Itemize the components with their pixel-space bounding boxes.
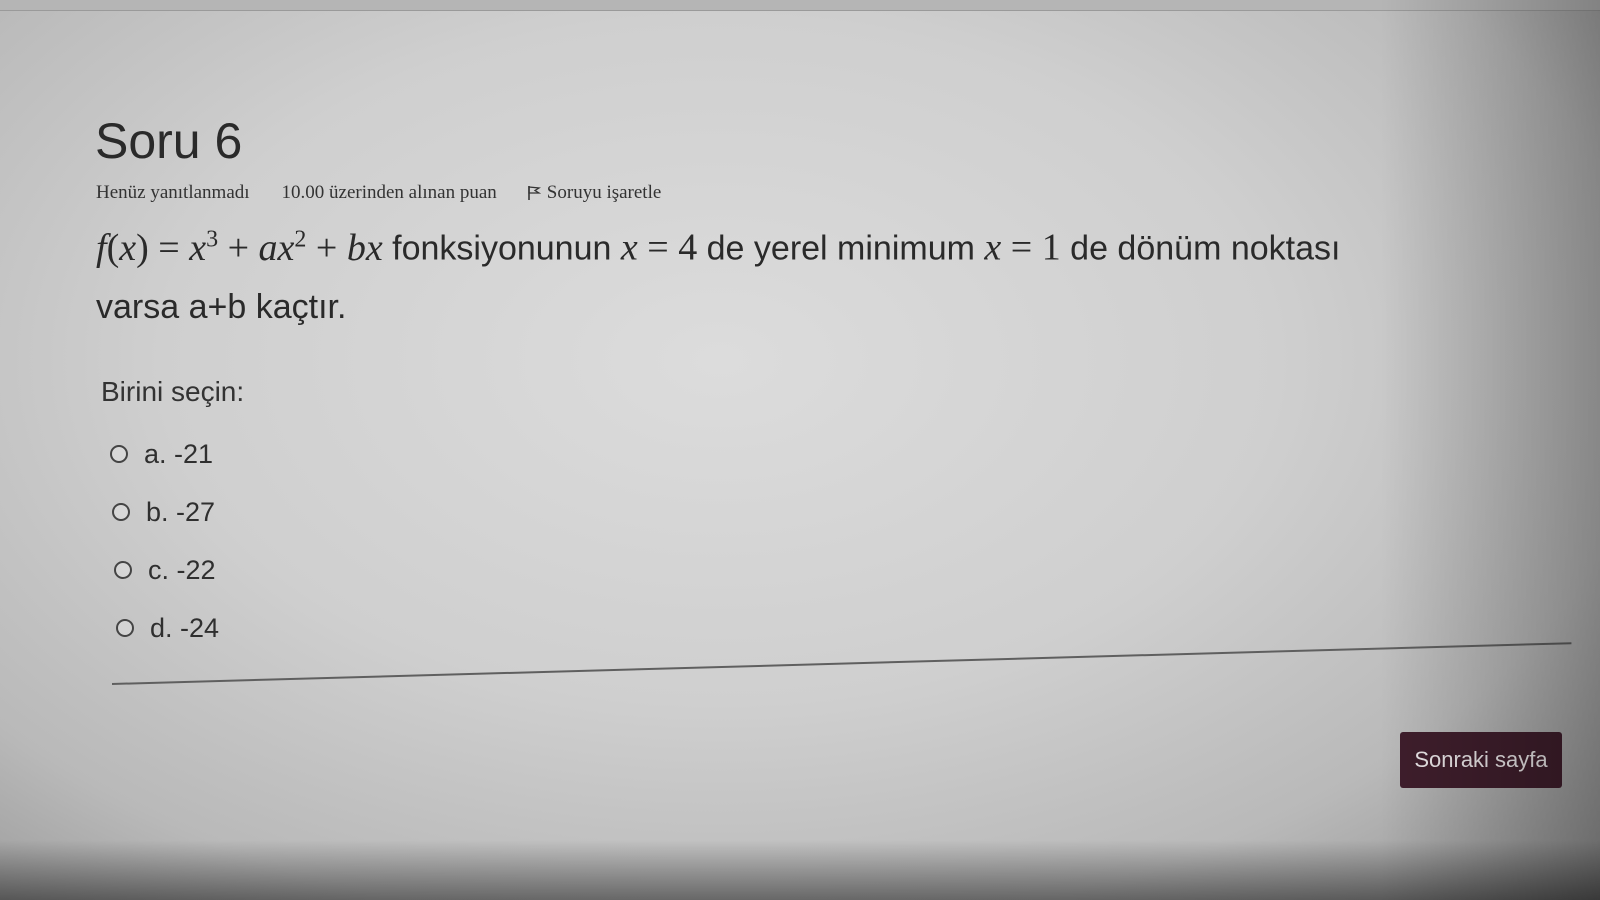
option-letter: a.: [144, 438, 167, 469]
question-title: Soru 6: [95, 113, 243, 169]
option-letter: c.: [148, 554, 170, 585]
option-value: -27: [176, 496, 216, 527]
formula-x: x: [119, 226, 137, 269]
option-letter: b.: [146, 496, 169, 527]
option-a[interactable]: a. -21: [110, 425, 219, 483]
radio-icon[interactable]: [110, 445, 128, 463]
radio-icon[interactable]: [112, 503, 130, 521]
option-value: -24: [180, 612, 220, 643]
flag-icon: [527, 186, 541, 200]
radio-icon[interactable]: [114, 561, 132, 579]
answer-prompt: Birini seçin:: [101, 376, 245, 407]
formula-power-3: 3: [206, 226, 219, 252]
formula-a: a: [258, 226, 278, 269]
condition-value-4: 4: [678, 226, 698, 269]
question-text-part2: de yerel minimum: [706, 229, 975, 268]
question-text-line2: varsa a+b kaçtır.: [96, 287, 347, 326]
flag-question-link[interactable]: Soruyu işaretle: [527, 182, 662, 204]
option-c[interactable]: c. -22: [114, 541, 219, 599]
question-text-part1: fonksiyonunun: [392, 229, 612, 268]
function-formula: f(x) = x3 + ax2 + bx: [96, 226, 383, 269]
flag-question-label: Soruyu işaretle: [546, 182, 662, 203]
next-page-button[interactable]: Sonraki sayfa: [1400, 732, 1562, 788]
option-letter: d.: [150, 612, 173, 643]
option-b[interactable]: b. -27: [112, 483, 219, 541]
formula-x-squared: x: [277, 226, 295, 269]
radio-icon[interactable]: [116, 619, 134, 637]
window-top-edge: [0, 0, 1600, 11]
formula-x-linear: x: [365, 226, 383, 269]
formula-f: f: [96, 226, 107, 269]
condition-x: x: [620, 226, 638, 269]
question-info: Henüz yanıtlanmadı 10.00 üzerinden alına…: [96, 182, 661, 204]
option-d[interactable]: d. -24: [116, 599, 219, 657]
formula-power-2: 2: [294, 226, 307, 252]
condition-x-2: x: [984, 226, 1002, 269]
question-text-part3: de dönüm noktası: [1070, 229, 1341, 268]
question-text: f(x) = x3 + ax2 + bx fonksiyonunun x = 4…: [96, 210, 1576, 336]
inflection-condition: x = 1: [984, 226, 1061, 269]
formula-b: b: [346, 226, 366, 269]
condition-value-1: 1: [1041, 226, 1061, 269]
answer-options: a. -21 b. -27 c. -22 d. -24: [110, 425, 219, 657]
local-min-condition: x = 4: [620, 226, 698, 269]
option-value: -21: [174, 438, 214, 469]
question-grade: 10.00 üzerinden alınan puan: [281, 182, 497, 203]
option-value: -22: [176, 554, 216, 585]
formula-x-cubed: x: [189, 226, 207, 269]
question-status: Henüz yanıtlanmadı: [96, 182, 250, 203]
screen-shadow-bottom: [0, 840, 1600, 900]
section-divider: [111, 642, 1572, 685]
